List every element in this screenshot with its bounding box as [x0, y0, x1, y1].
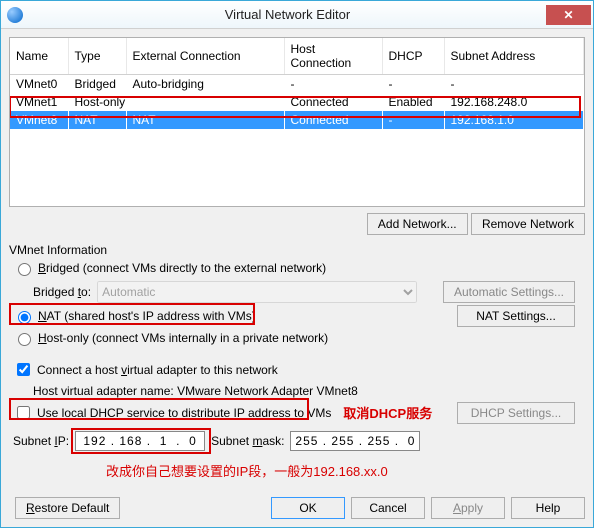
- network-grid: Name Type External Connection Host Conne…: [9, 37, 585, 207]
- bridged-radio[interactable]: [18, 263, 31, 276]
- subnet-mask-label: Subnet mask:: [211, 434, 284, 448]
- cell-subnet: 192.168.248.0: [444, 93, 584, 111]
- cell-dhcp: -: [382, 111, 444, 129]
- cell-host: Connected: [284, 93, 382, 111]
- col-host[interactable]: Host Connection: [284, 38, 382, 75]
- cancel-button[interactable]: Cancel: [351, 497, 425, 519]
- window: Virtual Network Editor ✕ Name Type Exter…: [0, 0, 594, 528]
- content: Name Type External Connection Host Conne…: [1, 29, 593, 459]
- app-icon: [7, 7, 23, 23]
- cell-name: VMnet8: [10, 111, 68, 129]
- table-row[interactable]: VMnet1Host-only ConnectedEnabled192.168.2…: [10, 93, 584, 111]
- grid-header-row: Name Type External Connection Host Conne…: [10, 38, 584, 75]
- col-external[interactable]: External Connection: [126, 38, 284, 75]
- hostonly-label: Host-only (connect VMs internally in a p…: [38, 331, 328, 345]
- cell-dhcp: Enabled: [382, 93, 444, 111]
- cell-type: NAT: [68, 111, 126, 129]
- apply-button[interactable]: Apply: [431, 497, 505, 519]
- cell-host: -: [284, 75, 382, 94]
- host-adapter-name-label: Host virtual adapter name: VMware Networ…: [33, 384, 358, 398]
- connect-host-adapter-checkbox[interactable]: [17, 363, 30, 376]
- col-name[interactable]: Name: [10, 38, 68, 75]
- cell-ext: NAT: [126, 111, 284, 129]
- cell-dhcp: -: [382, 75, 444, 94]
- cell-name: VMnet1: [10, 93, 68, 111]
- nat-settings-button[interactable]: NAT Settings...: [457, 305, 575, 327]
- subnet-ip-input[interactable]: [75, 431, 205, 451]
- remove-network-button[interactable]: Remove Network: [471, 213, 585, 235]
- automatic-settings-button[interactable]: Automatic Settings...: [443, 281, 575, 303]
- cell-name: VMnet0: [10, 75, 68, 94]
- col-subnet[interactable]: Subnet Address: [444, 38, 584, 75]
- vmnet-info-legend: VMnet Information: [9, 243, 107, 257]
- help-button[interactable]: Help: [511, 497, 585, 519]
- col-type[interactable]: Type: [68, 38, 126, 75]
- col-dhcp[interactable]: DHCP: [382, 38, 444, 75]
- cell-subnet: -: [444, 75, 584, 94]
- cell-type: Bridged: [68, 75, 126, 94]
- subnet-ip-label: Subnet IP:: [13, 434, 69, 448]
- bridged-radio-row: Bridged (connect VMs directly to the ext…: [9, 257, 585, 279]
- annotation-change-ip: 改成你自己想要设置的IP段，一般为192.168.xx.0: [106, 461, 388, 480]
- cell-type: Host-only: [68, 93, 126, 111]
- nat-radio[interactable]: [18, 311, 31, 324]
- use-dhcp-checkbox[interactable]: [17, 406, 30, 419]
- close-button[interactable]: ✕: [546, 5, 591, 25]
- dhcp-settings-button[interactable]: DHCP Settings...: [457, 402, 575, 424]
- bridged-label: Bridged (connect VMs directly to the ext…: [38, 261, 326, 275]
- hostonly-radio[interactable]: [18, 333, 31, 346]
- ok-button[interactable]: OK: [271, 497, 345, 519]
- bridged-to-label: Bridged to:: [33, 285, 91, 299]
- cell-host: Connected: [284, 111, 382, 129]
- bridged-to-select[interactable]: Automatic: [97, 281, 417, 303]
- window-title: Virtual Network Editor: [29, 7, 546, 22]
- add-network-button[interactable]: Add Network...: [367, 213, 468, 235]
- annotation-cancel-dhcp: 取消DHCP服务: [343, 403, 432, 422]
- use-dhcp-label: Use local DHCP service to distribute IP …: [37, 406, 331, 420]
- bottom-bar: Restore Default OK Cancel Apply Help: [9, 497, 585, 519]
- connect-host-adapter-label: Connect a host virtual adapter to this n…: [37, 363, 278, 377]
- cell-ext: [126, 93, 284, 111]
- table-row[interactable]: VMnet8NATNATConnected-192.168.1.0: [10, 111, 584, 129]
- vmnet-information: VMnet Information Bridged (connect VMs d…: [9, 243, 585, 451]
- cell-subnet: 192.168.1.0: [444, 111, 584, 129]
- restore-default-button[interactable]: Restore Default: [15, 497, 120, 519]
- titlebar: Virtual Network Editor ✕: [1, 1, 593, 29]
- subnet-mask-input[interactable]: [290, 431, 420, 451]
- cell-ext: Auto-bridging: [126, 75, 284, 94]
- nat-label: NAT (shared host's IP address with VMs): [38, 309, 256, 323]
- table-row[interactable]: VMnet0BridgedAuto-bridging---: [10, 75, 584, 94]
